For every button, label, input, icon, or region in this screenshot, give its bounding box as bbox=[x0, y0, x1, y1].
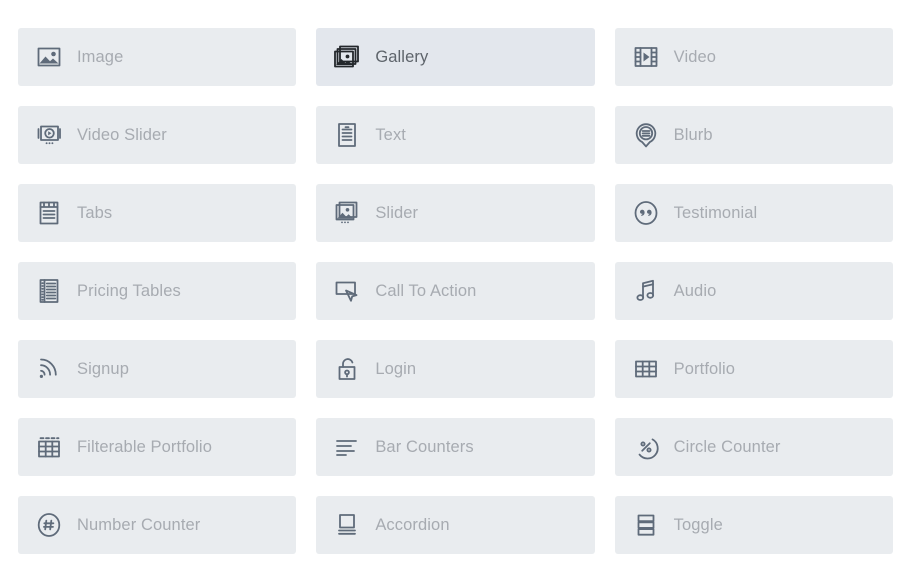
audio-icon bbox=[631, 276, 661, 306]
bar-counters-icon bbox=[332, 432, 362, 462]
module-card-portfolio[interactable]: Portfolio bbox=[614, 340, 893, 398]
call-to-action-icon bbox=[332, 276, 362, 306]
module-card-video-slider[interactable]: Video Slider bbox=[18, 106, 297, 164]
module-card-label: Audio bbox=[673, 281, 717, 300]
module-card-label: Tabs bbox=[77, 203, 113, 222]
module-card-video[interactable]: Video bbox=[614, 28, 893, 86]
video-icon bbox=[631, 42, 661, 72]
module-card-signup[interactable]: Signup bbox=[18, 340, 297, 398]
module-card-tabs[interactable]: Tabs bbox=[18, 184, 297, 242]
module-card-bar-counters[interactable]: Bar Counters bbox=[316, 418, 595, 476]
video-slider-icon bbox=[34, 120, 64, 150]
module-card-label: Portfolio bbox=[673, 359, 736, 378]
module-card-image[interactable]: Image bbox=[18, 28, 297, 86]
module-card-label: Circle Counter bbox=[673, 437, 781, 456]
filterable-portfolio-icon bbox=[34, 432, 64, 462]
module-card-testimonial[interactable]: Testimonial bbox=[614, 184, 893, 242]
portfolio-icon bbox=[631, 354, 661, 384]
module-grid: Image Gallery Video Video Slider Text Blurb Ta… bbox=[0, 0, 911, 563]
module-card-toggle[interactable]: Toggle bbox=[614, 496, 893, 554]
module-card-text[interactable]: Text bbox=[316, 106, 595, 164]
module-card-label: Call To Action bbox=[375, 281, 477, 300]
module-card-label: Video Slider bbox=[77, 125, 167, 144]
module-card-label: Gallery bbox=[375, 47, 429, 66]
module-card-label: Login bbox=[375, 359, 417, 378]
circle-counter-icon bbox=[631, 432, 661, 462]
module-card-label: Pricing Tables bbox=[77, 281, 181, 300]
module-card-label: Number Counter bbox=[77, 515, 201, 534]
module-card-slider[interactable]: Slider bbox=[316, 184, 595, 242]
login-icon bbox=[332, 354, 362, 384]
module-card-label: Signup bbox=[77, 359, 129, 378]
testimonial-icon bbox=[631, 198, 661, 228]
module-card-label: Image bbox=[77, 47, 124, 66]
module-card-label: Testimonial bbox=[673, 203, 758, 222]
gallery-icon bbox=[332, 42, 362, 72]
toggle-icon bbox=[631, 510, 661, 540]
module-card-gallery[interactable]: Gallery bbox=[316, 28, 595, 86]
module-card-label: Bar Counters bbox=[375, 437, 474, 456]
accordion-icon bbox=[332, 510, 362, 540]
module-card-accordion[interactable]: Accordion bbox=[316, 496, 595, 554]
blurb-icon bbox=[631, 120, 661, 150]
module-card-label: Text bbox=[375, 125, 406, 144]
module-card-label: Video bbox=[673, 47, 717, 66]
module-card-filterable-portfolio[interactable]: Filterable Portfolio bbox=[18, 418, 297, 476]
module-card-call-to-action[interactable]: Call To Action bbox=[316, 262, 595, 320]
signup-icon bbox=[34, 354, 64, 384]
module-card-audio[interactable]: Audio bbox=[614, 262, 893, 320]
text-icon bbox=[332, 120, 362, 150]
module-card-label: Toggle bbox=[673, 515, 723, 534]
module-card-blurb[interactable]: Blurb bbox=[614, 106, 893, 164]
module-card-number-counter[interactable]: Number Counter bbox=[18, 496, 297, 554]
tabs-icon bbox=[34, 198, 64, 228]
slider-icon bbox=[332, 198, 362, 228]
module-card-label: Blurb bbox=[673, 125, 713, 144]
module-card-label: Slider bbox=[375, 203, 419, 222]
pricing-tables-icon bbox=[34, 276, 64, 306]
module-card-label: Accordion bbox=[375, 515, 450, 534]
module-card-login[interactable]: Login bbox=[316, 340, 595, 398]
module-card-label: Filterable Portfolio bbox=[77, 437, 212, 456]
module-card-pricing-tables[interactable]: Pricing Tables bbox=[18, 262, 297, 320]
number-counter-icon bbox=[34, 510, 64, 540]
module-card-circle-counter[interactable]: Circle Counter bbox=[614, 418, 893, 476]
image-icon bbox=[34, 42, 64, 72]
